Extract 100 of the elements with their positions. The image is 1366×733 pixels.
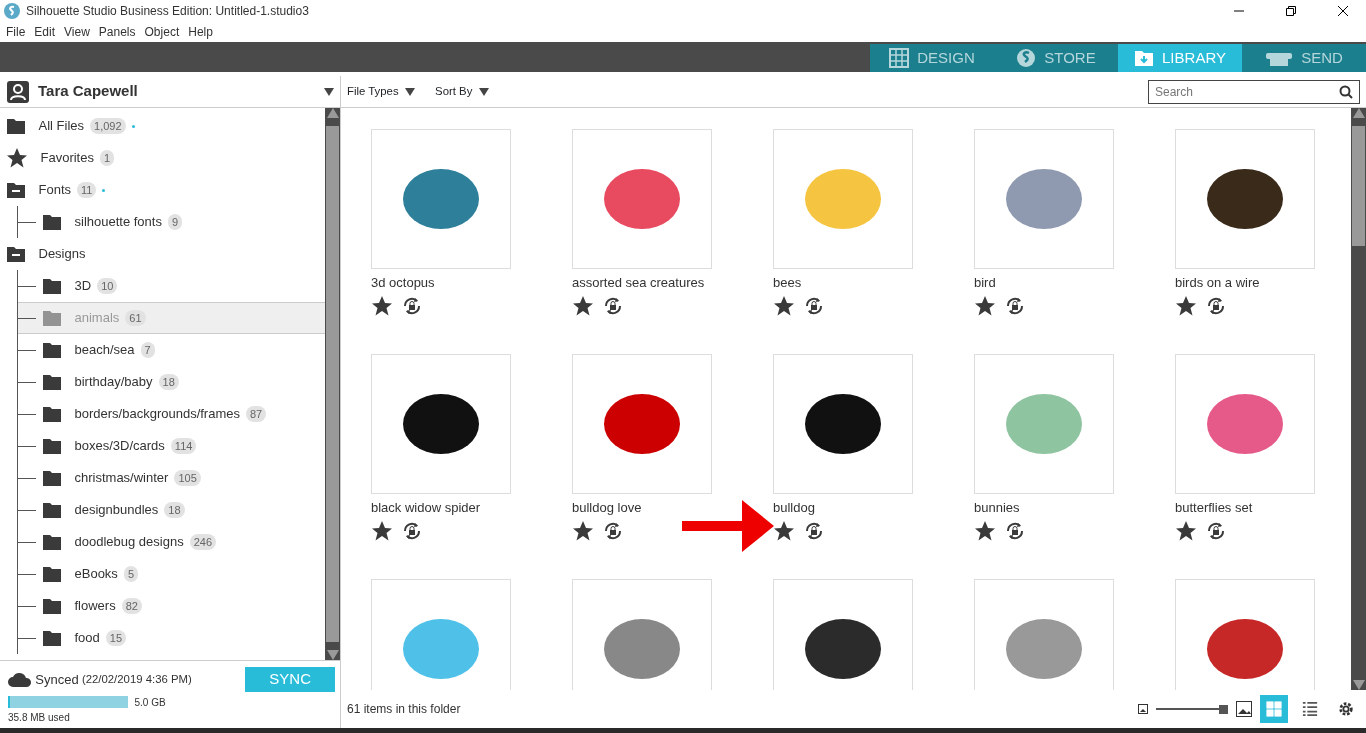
star-icon[interactable] [1175, 519, 1197, 542]
design-name[interactable]: butterflies set [1175, 498, 1351, 518]
design-thumbnail[interactable] [572, 354, 712, 494]
scroll-thumb[interactable] [1352, 126, 1365, 246]
menu-item[interactable]: Help [186, 23, 220, 41]
design-thumbnail[interactable] [371, 129, 511, 269]
item-count: 18 [158, 373, 179, 391]
design-name[interactable]: bird [974, 273, 1164, 293]
tree-item[interactable]: animals 61 [18, 302, 325, 334]
cloud-icon [8, 671, 32, 688]
folder-icon [42, 596, 62, 616]
star-icon[interactable] [974, 294, 996, 317]
tree-item[interactable]: Favorites 1 [0, 142, 325, 174]
folder-icon [42, 276, 62, 296]
folder-name: food [74, 629, 100, 648]
design-thumbnail[interactable] [371, 579, 511, 690]
folder-name: doodlebug designs [74, 533, 184, 552]
design-name[interactable]: assorted sea creatures [572, 273, 762, 293]
scrollbar[interactable] [1351, 108, 1366, 690]
tree-item[interactable]: eBooks 5 [18, 558, 325, 590]
folder-icon [42, 628, 62, 648]
folder-icon [42, 436, 62, 456]
tree-item[interactable]: designbundles 18 [18, 494, 325, 526]
design-thumbnail[interactable] [974, 129, 1114, 269]
dropdown-button[interactable]: Sort By [435, 82, 489, 101]
folder-icon [42, 340, 62, 360]
scroll-thumb[interactable] [326, 126, 339, 642]
tree-item[interactable]: birthday/baby 18 [18, 366, 325, 398]
scroll-down-icon[interactable] [326, 650, 339, 660]
folder-icon [42, 212, 62, 232]
slider-thumb[interactable] [1219, 704, 1228, 714]
item-count: 5 [123, 565, 138, 583]
design-name[interactable]: birds on a wire [1175, 273, 1351, 293]
design-name[interactable]: black widow spider [371, 498, 561, 518]
storage-capacity: 5.0 GB [134, 695, 166, 710]
design-thumbnail[interactable] [773, 129, 913, 269]
folder-icon [42, 404, 62, 424]
design-name[interactable]: bees [773, 273, 963, 293]
tree-item[interactable]: borders/backgrounds/frames 87 [18, 398, 325, 430]
menu-item[interactable]: File [4, 23, 33, 41]
tree-item[interactable]: flowers 82 [18, 590, 325, 622]
tree-item[interactable]: beach/sea 7 [18, 334, 325, 366]
tree-item[interactable]: christmas/winter 105 [18, 462, 325, 494]
design-name[interactable]: bunnies [974, 498, 1164, 518]
design-thumbnail[interactable] [1175, 579, 1315, 690]
design-name[interactable]: bulldog [773, 498, 963, 518]
menu-item[interactable]: Edit [32, 23, 63, 41]
star-icon[interactable] [371, 294, 393, 317]
scroll-up-icon[interactable] [326, 108, 339, 118]
caret-icon [478, 87, 489, 96]
view-toggle[interactable] [1260, 695, 1288, 723]
design-thumbnail[interactable] [572, 129, 712, 269]
item-count: 246 [189, 533, 216, 551]
star-icon[interactable] [974, 519, 996, 542]
star-icon[interactable] [572, 519, 594, 542]
design-thumbnail[interactable] [371, 354, 511, 494]
tree-item[interactable]: All Files 1,092 [0, 110, 325, 142]
menu-item[interactable]: Panels [96, 23, 143, 41]
star-icon[interactable] [1175, 294, 1197, 317]
user-icon [6, 79, 30, 104]
design-thumbnail[interactable] [974, 354, 1114, 494]
tree-item[interactable]: doodlebug designs 246 [18, 526, 325, 558]
design-thumbnail[interactable] [974, 579, 1114, 690]
folder-icon [42, 532, 62, 552]
design-name[interactable]: bulldog love [572, 498, 762, 518]
star-icon[interactable] [773, 519, 795, 542]
tree-item[interactable]: Fonts 11 [0, 174, 325, 206]
menu-item[interactable]: View [62, 23, 97, 41]
tree-item[interactable]: boxes/3D/cards 114 [18, 430, 325, 462]
item-count: 15 [105, 629, 127, 647]
tree-item[interactable]: 3D 10 [18, 270, 325, 302]
folder-name: eBooks [74, 565, 118, 584]
star-icon[interactable] [371, 519, 393, 542]
grid-icon [889, 48, 910, 68]
search-field[interactable]: Search [1148, 79, 1360, 104]
scroll-up-icon[interactable] [1352, 108, 1365, 118]
status-text: 61 items in this folder [347, 701, 462, 718]
large-image-icon [1236, 701, 1252, 717]
star-icon[interactable] [572, 294, 594, 317]
tree-item[interactable]: silhouette fonts 9 [18, 206, 325, 238]
folder-name: Fonts [38, 181, 71, 200]
design-thumbnail[interactable] [1175, 129, 1315, 269]
scrollbar[interactable] [325, 108, 340, 660]
item-count: 105 [174, 469, 201, 487]
design-thumbnail[interactable] [572, 579, 712, 690]
scroll-down-icon[interactable] [1352, 680, 1365, 690]
folder-name: All Files [38, 117, 84, 136]
star-icon[interactable] [773, 294, 795, 317]
dropdown-button[interactable]: File Types [347, 82, 416, 101]
dropdown-caret-icon[interactable] [324, 87, 334, 96]
folder-name: beach/sea [74, 341, 135, 360]
design-thumbnail[interactable] [773, 354, 913, 494]
menu-item[interactable]: Object [142, 23, 187, 41]
tree-item[interactable]: food 15 [18, 622, 325, 654]
item-count: 11 [77, 181, 97, 199]
close-icon [1338, 6, 1348, 16]
tree-item[interactable]: Designs [0, 238, 325, 270]
design-thumbnail[interactable] [773, 579, 913, 690]
design-thumbnail[interactable] [1175, 354, 1315, 494]
design-name[interactable]: 3d octopus [371, 273, 561, 293]
